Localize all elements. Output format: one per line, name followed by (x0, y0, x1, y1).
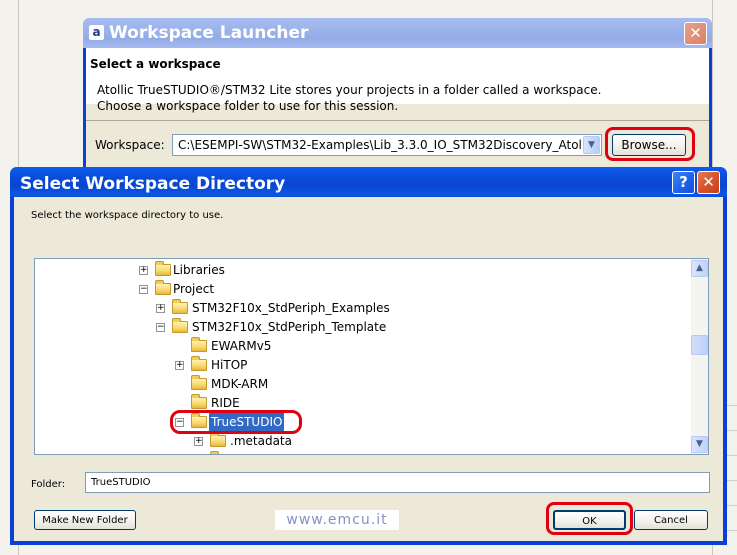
highlight-ring-browse (605, 127, 695, 161)
tree-item-project[interactable]: − Project (35, 280, 685, 299)
expand-icon[interactable]: + (194, 437, 203, 446)
launcher-description-1: Atollic TrueSTUDIO®/STM32 Lite stores yo… (97, 83, 602, 97)
cancel-button[interactable]: Cancel (634, 510, 708, 530)
folder-open-icon (172, 318, 188, 333)
select-directory-title: Select Workspace Directory (20, 174, 286, 194)
folder-icon (155, 261, 171, 276)
help-icon[interactable]: ? (672, 171, 695, 194)
tree-item-label: STM32F10x_StdPeriph_Template (192, 320, 387, 334)
tree-item-truestudio[interactable]: − TrueSTUDIO (35, 413, 685, 432)
folder-icon (172, 299, 188, 314)
close-icon[interactable]: ✕ (684, 22, 707, 45)
highlight-ring-ok (546, 502, 633, 535)
launcher-description-2: Choose a workspace folder to use for thi… (97, 99, 399, 113)
tree-item-stdperiph-examples[interactable]: + STM32F10x_StdPeriph_Examples (35, 299, 685, 318)
watermark: www.emcu.it (275, 510, 399, 530)
folder-icon (191, 337, 207, 352)
launcher-separator (86, 120, 709, 121)
scroll-thumb[interactable] (691, 335, 708, 355)
tree-vertical-scrollbar[interactable]: ▲ ▼ (691, 259, 708, 454)
tree-item-mdk-arm[interactable]: MDK-ARM (35, 375, 685, 394)
tree-item-label: .metadata (230, 434, 292, 448)
tree-item-label: HiTOP (211, 358, 248, 372)
workspace-label: Workspace: (95, 138, 165, 152)
folder-tree[interactable]: + Libraries − Project + STM32F10x_StdPer… (34, 258, 709, 455)
folder-icon (191, 375, 207, 390)
select-directory-titlebar[interactable]: Select Workspace Directory ? ✕ (10, 167, 727, 197)
tree-item-partial (35, 451, 685, 454)
expand-icon[interactable]: + (156, 304, 165, 313)
highlight-ring-truestudio (170, 410, 302, 434)
close-icon[interactable]: ✕ (697, 171, 720, 194)
folder-icon (191, 356, 207, 371)
tree-item-label: MDK-ARM (211, 377, 269, 391)
expand-icon[interactable]: + (139, 266, 148, 275)
tree-item-label: Libraries (173, 263, 225, 277)
tree-item-metadata[interactable]: + .metadata (35, 432, 685, 451)
expand-icon[interactable]: + (175, 361, 184, 370)
tree-item-ewarmv5[interactable]: EWARMv5 (35, 337, 685, 356)
tree-item-label: EWARMv5 (211, 339, 272, 353)
instruction-text: Select the workspace directory to use. (31, 210, 224, 221)
tree-item-label: STM32F10x_StdPeriph_Examples (192, 301, 390, 315)
workspace-launcher-title: Workspace Launcher (109, 23, 309, 43)
scroll-up-icon[interactable]: ▲ (691, 260, 708, 277)
tree-item-libraries[interactable]: + Libraries (35, 261, 685, 280)
folder-field[interactable]: TrueSTUDIO (85, 472, 710, 493)
tree-item-ride[interactable]: RIDE (35, 394, 685, 413)
folder-open-icon (155, 280, 171, 295)
make-new-folder-button[interactable]: Make New Folder (34, 510, 136, 530)
workspace-launcher-window: a Workspace Launcher ✕ Select a workspac… (83, 18, 712, 178)
workspace-path: C:\ESEMPI-SW\STM32-Examples\Lib_3.3.0_IO… (178, 138, 586, 152)
workspace-launcher-body: Select a workspace Atollic TrueSTUDIO®/S… (86, 48, 709, 178)
tree-item-hitop[interactable]: + HiTOP (35, 356, 685, 375)
chevron-down-icon[interactable]: ▼ (583, 136, 600, 154)
scroll-down-icon[interactable]: ▼ (691, 436, 708, 453)
collapse-icon[interactable]: − (139, 285, 148, 294)
folder-icon (210, 451, 219, 454)
tree-item-stdperiph-template[interactable]: − STM32F10x_StdPeriph_Template (35, 318, 685, 337)
launcher-heading: Select a workspace (90, 57, 221, 71)
tree-item-label: Project (173, 282, 215, 296)
folder-icon (191, 394, 207, 409)
folder-icon (210, 432, 226, 447)
app-icon: a (89, 25, 104, 40)
collapse-icon[interactable]: − (156, 323, 165, 332)
workspace-combo[interactable]: C:\ESEMPI-SW\STM32-Examples\Lib_3.3.0_IO… (172, 134, 602, 156)
folder-label: Folder: (31, 479, 66, 490)
launcher-header-panel: Select a workspace Atollic TrueSTUDIO®/S… (86, 48, 709, 113)
workspace-launcher-titlebar[interactable]: a Workspace Launcher ✕ (83, 18, 712, 48)
